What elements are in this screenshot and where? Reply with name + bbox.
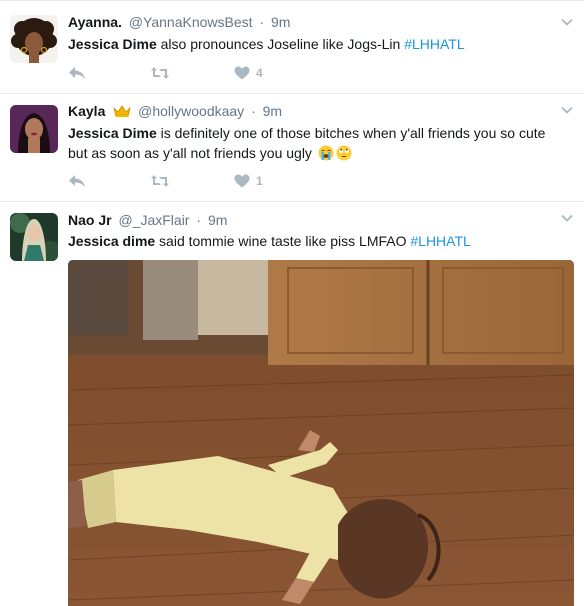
tweet-text: Jessica dime said tommie wine taste like… [68, 231, 568, 251]
reply-button[interactable] [68, 66, 90, 80]
display-name[interactable]: Kayla [68, 103, 105, 119]
separator: · [196, 212, 202, 228]
like-button[interactable]: 4 [234, 66, 263, 80]
timestamp[interactable]: 9m [271, 14, 290, 30]
username[interactable]: @_JaxFlair [118, 212, 189, 228]
like-button[interactable]: 1 [234, 174, 263, 188]
display-name[interactable]: Ayanna. [68, 14, 122, 30]
hashtag-link[interactable]: #LHHATL [404, 36, 464, 52]
avatar[interactable] [10, 105, 58, 153]
crown-icon [113, 103, 131, 121]
tweet-body: said tommie wine taste like piss LMFAO [155, 233, 411, 249]
mention: Jessica dime [68, 233, 156, 249]
like-count: 1 [256, 174, 263, 188]
tweet-actions: 4 [68, 64, 263, 82]
reply-button[interactable] [68, 174, 90, 188]
mention: Jessica Dime [68, 36, 157, 52]
chevron-down-icon[interactable] [560, 15, 574, 29]
tweet-text: Jessica Dime is definitely one of those … [68, 123, 568, 163]
tweet-header: Ayanna. @YannaKnowsBest · 9m [68, 13, 290, 31]
tweet-text: Jessica Dime also pronounces Joseline li… [68, 34, 568, 54]
loudly-crying-face-icon [318, 145, 334, 161]
hashtag-link[interactable]: #LHHATL [410, 233, 470, 249]
retweet-button[interactable] [150, 174, 172, 188]
heart-icon [234, 66, 250, 80]
mention: Jessica Dime [68, 125, 157, 141]
tweet-media-gif[interactable] [68, 260, 574, 606]
tweet-body: also pronounces Joseline like Jogs-Lin [156, 36, 405, 52]
chevron-down-icon[interactable] [560, 211, 574, 225]
separator: · [259, 14, 265, 30]
tweet-header: Nao Jr @_JaxFlair · 9m [68, 211, 227, 229]
like-count: 4 [256, 66, 263, 80]
reply-icon [69, 175, 85, 187]
timestamp[interactable]: 9m [208, 212, 227, 228]
separator: · [251, 103, 256, 119]
username[interactable]: @YannaKnowsBest [129, 14, 253, 30]
tweet[interactable]: Ayanna. @YannaKnowsBest · 9m Jessica Dim… [0, 0, 584, 94]
tweet-header: Kayla @hollywoodkaay · 9m [68, 102, 282, 121]
username[interactable]: @hollywoodkaay [138, 103, 244, 119]
avatar[interactable] [10, 15, 58, 63]
face-with-rolling-eyes-icon [336, 145, 352, 161]
timestamp[interactable]: 9m [263, 103, 282, 119]
reply-icon [69, 67, 85, 79]
display-name[interactable]: Nao Jr [68, 212, 112, 228]
chevron-down-icon[interactable] [560, 103, 574, 117]
heart-icon [234, 174, 250, 188]
tweet[interactable]: Kayla @hollywoodkaay · 9m Jessica Dime i… [0, 94, 584, 202]
tweet[interactable]: Nao Jr @_JaxFlair · 9m Jessica dime said… [0, 202, 584, 606]
retweet-icon [151, 175, 169, 187]
tweet-actions: 1 [68, 172, 263, 190]
avatar[interactable] [10, 213, 58, 261]
retweet-button[interactable] [150, 66, 172, 80]
retweet-icon [151, 67, 169, 79]
